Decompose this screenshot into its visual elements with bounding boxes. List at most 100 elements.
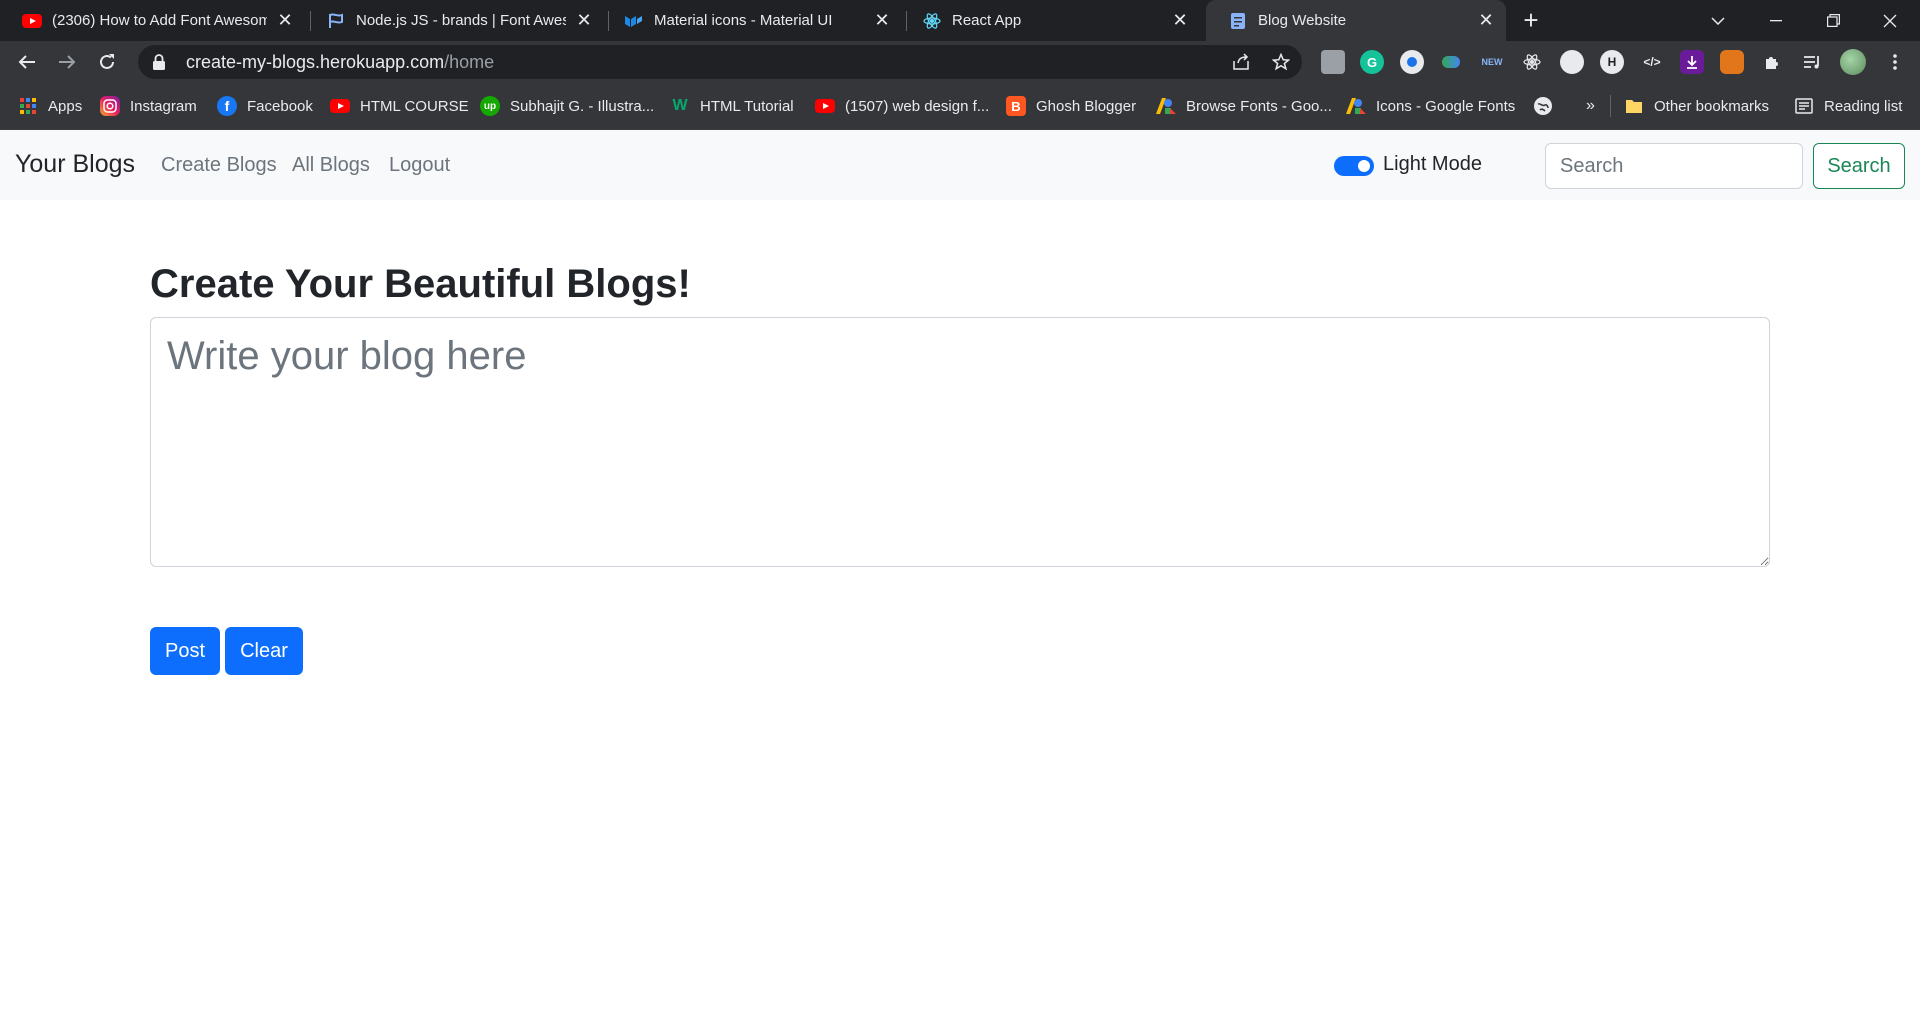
- blog-textarea[interactable]: [150, 317, 1770, 567]
- close-tab-icon[interactable]: ✕: [872, 10, 892, 31]
- tab-title: Blog Website: [1258, 12, 1347, 29]
- extension-edge-icon[interactable]: [1439, 50, 1463, 74]
- react-devtools-icon[interactable]: [1520, 50, 1544, 74]
- close-tab-icon[interactable]: ✕: [574, 10, 594, 31]
- extension-h-icon[interactable]: H: [1600, 50, 1624, 74]
- light-mode-label: Light Mode: [1383, 153, 1482, 175]
- tab-title: Material icons - Material UI: [654, 12, 833, 29]
- instagram-icon: [100, 96, 120, 116]
- browser-tab[interactable]: React App ✕: [900, 0, 1200, 41]
- bookmark-html-tutorial[interactable]: W HTML Tutorial: [670, 83, 794, 129]
- material-ui-icon: [624, 11, 644, 31]
- clear-button[interactable]: Clear: [225, 627, 303, 675]
- bookmark-other-bookmarks[interactable]: Other bookmarks: [1624, 83, 1769, 129]
- bookmark-html-course[interactable]: HTML COURSE: [330, 83, 469, 129]
- font-awesome-flag-icon: [326, 11, 346, 31]
- bookmark-label: Instagram: [130, 97, 197, 115]
- browser-tab[interactable]: (2306) How to Add Font Awesome ✕: [0, 0, 305, 41]
- back-arrow-icon[interactable]: [12, 47, 42, 77]
- nav-link-logout[interactable]: Logout: [389, 154, 450, 177]
- youtube-icon: [22, 11, 42, 31]
- bookmark-apps[interactable]: Apps: [18, 83, 82, 129]
- bookmark-web-design-video[interactable]: (1507) web design f...: [815, 83, 989, 129]
- share-icon[interactable]: [1226, 45, 1256, 79]
- nav-link-all-blogs[interactable]: All Blogs: [292, 154, 370, 177]
- close-window-button[interactable]: [1862, 0, 1918, 41]
- bookmark-facebook[interactable]: f Facebook: [217, 83, 313, 129]
- navbar-brand[interactable]: Your Blogs: [15, 150, 135, 179]
- media-queue-icon[interactable]: [1800, 50, 1824, 74]
- bookmark-star-icon[interactable]: [1266, 45, 1296, 79]
- browser-tab[interactable]: Material icons - Material UI ✕: [602, 0, 902, 41]
- download-icon[interactable]: [1680, 50, 1704, 74]
- browser-tab-active[interactable]: Blog Website ✕: [1206, 0, 1506, 41]
- app-navbar: Your Blogs Create Blogs All Blogs Logout…: [0, 130, 1920, 200]
- reading-list-button[interactable]: Reading list: [1794, 83, 1902, 129]
- close-tab-icon[interactable]: ✕: [1170, 10, 1190, 31]
- bookmark-label: Icons - Google Fonts: [1376, 97, 1516, 115]
- post-button[interactable]: Post: [150, 627, 220, 675]
- bookmarks-bar: Apps Instagram f Facebook HTML COURSE up…: [0, 83, 1920, 130]
- page-title: Create Your Beautiful Blogs!: [150, 262, 691, 306]
- url-path: /home: [444, 51, 495, 72]
- light-mode-toggle[interactable]: [1334, 156, 1374, 176]
- folder-icon: [1624, 96, 1644, 116]
- bookmark-instagram[interactable]: Instagram: [100, 83, 197, 129]
- more-menu-icon[interactable]: [1880, 47, 1910, 77]
- address-bar[interactable]: create-my-blogs.herokuapp.com/home: [138, 45, 1302, 79]
- grammarly-icon[interactable]: G: [1360, 50, 1384, 74]
- bookmark-ghosh-blogger[interactable]: B Ghosh Blogger: [1006, 83, 1136, 129]
- bookmark-browse-fonts[interactable]: Browse Fonts - Goo...: [1156, 83, 1332, 129]
- bookmark-label: HTML COURSE: [360, 97, 469, 115]
- page-icon: [1228, 11, 1248, 31]
- tab-title: React App: [952, 12, 1022, 29]
- blogger-icon: B: [1006, 96, 1026, 116]
- search-button[interactable]: Search: [1813, 143, 1905, 189]
- google-fonts-icon: [1346, 96, 1366, 116]
- bookmark-globe[interactable]: [1534, 83, 1562, 129]
- bookmark-label: Subhajit G. - Illustra...: [510, 97, 655, 115]
- bookmark-label: Reading list: [1824, 97, 1903, 115]
- bookmarks-overflow-chevron[interactable]: »: [1586, 83, 1595, 129]
- extension-puzzle-grey-icon[interactable]: [1321, 50, 1345, 74]
- close-tab-icon[interactable]: ✕: [1476, 10, 1496, 31]
- bookmark-label: Browse Fonts - Goo...: [1186, 97, 1332, 115]
- tab-title: Node.js JS - brands | Font Awesome: [356, 12, 566, 29]
- browser-tab[interactable]: Node.js JS - brands | Font Awesome ✕: [304, 0, 604, 41]
- upwork-icon: up: [480, 96, 500, 116]
- restore-button[interactable]: [1805, 0, 1861, 41]
- apps-grid-icon: [18, 96, 38, 116]
- extensions-puzzle-icon[interactable]: [1760, 50, 1784, 74]
- w3schools-icon: W: [672, 97, 688, 114]
- youtube-icon: [815, 96, 835, 116]
- extension-circle-icon[interactable]: [1560, 50, 1584, 74]
- tab-search-chevron-icon[interactable]: [1690, 0, 1746, 41]
- bookmark-label: Other bookmarks: [1654, 97, 1770, 115]
- forward-arrow-icon[interactable]: [52, 47, 82, 77]
- bookmark-label: Facebook: [247, 97, 313, 115]
- reload-icon[interactable]: [92, 47, 122, 77]
- browser-toolbar: create-my-blogs.herokuapp.com/home G NEW…: [0, 41, 1920, 83]
- metamask-fox-icon[interactable]: [1720, 50, 1744, 74]
- bookmark-label: HTML Tutorial: [700, 97, 794, 115]
- facebook-icon: f: [217, 96, 237, 116]
- search-input[interactable]: [1545, 143, 1803, 189]
- tab-title: (2306) How to Add Font Awesome: [52, 12, 267, 29]
- bookmark-label: Ghosh Blogger: [1036, 97, 1137, 115]
- bookmarks-divider: [1610, 95, 1611, 117]
- youtube-icon: [330, 96, 350, 116]
- url-text: create-my-blogs.herokuapp.com/home: [186, 52, 494, 73]
- bookmark-upwork[interactable]: up Subhajit G. - Illustra...: [480, 83, 654, 129]
- nav-link-create-blogs[interactable]: Create Blogs: [161, 154, 277, 177]
- profile-avatar[interactable]: [1840, 49, 1866, 75]
- bookmark-icons-google-fonts[interactable]: Icons - Google Fonts: [1346, 83, 1515, 129]
- browser-tab-strip: (2306) How to Add Font Awesome ✕ Node.js…: [0, 0, 1920, 41]
- google-fonts-icon: [1156, 96, 1176, 116]
- minimize-button[interactable]: [1748, 0, 1804, 41]
- extension-target-icon[interactable]: [1400, 50, 1424, 74]
- close-tab-icon[interactable]: ✕: [275, 10, 295, 31]
- new-tab-button[interactable]: +: [1518, 7, 1544, 34]
- bookmark-label: (1507) web design f...: [845, 97, 990, 115]
- code-icon[interactable]: </>: [1640, 50, 1664, 74]
- extension-new-icon[interactable]: NEW: [1480, 50, 1504, 74]
